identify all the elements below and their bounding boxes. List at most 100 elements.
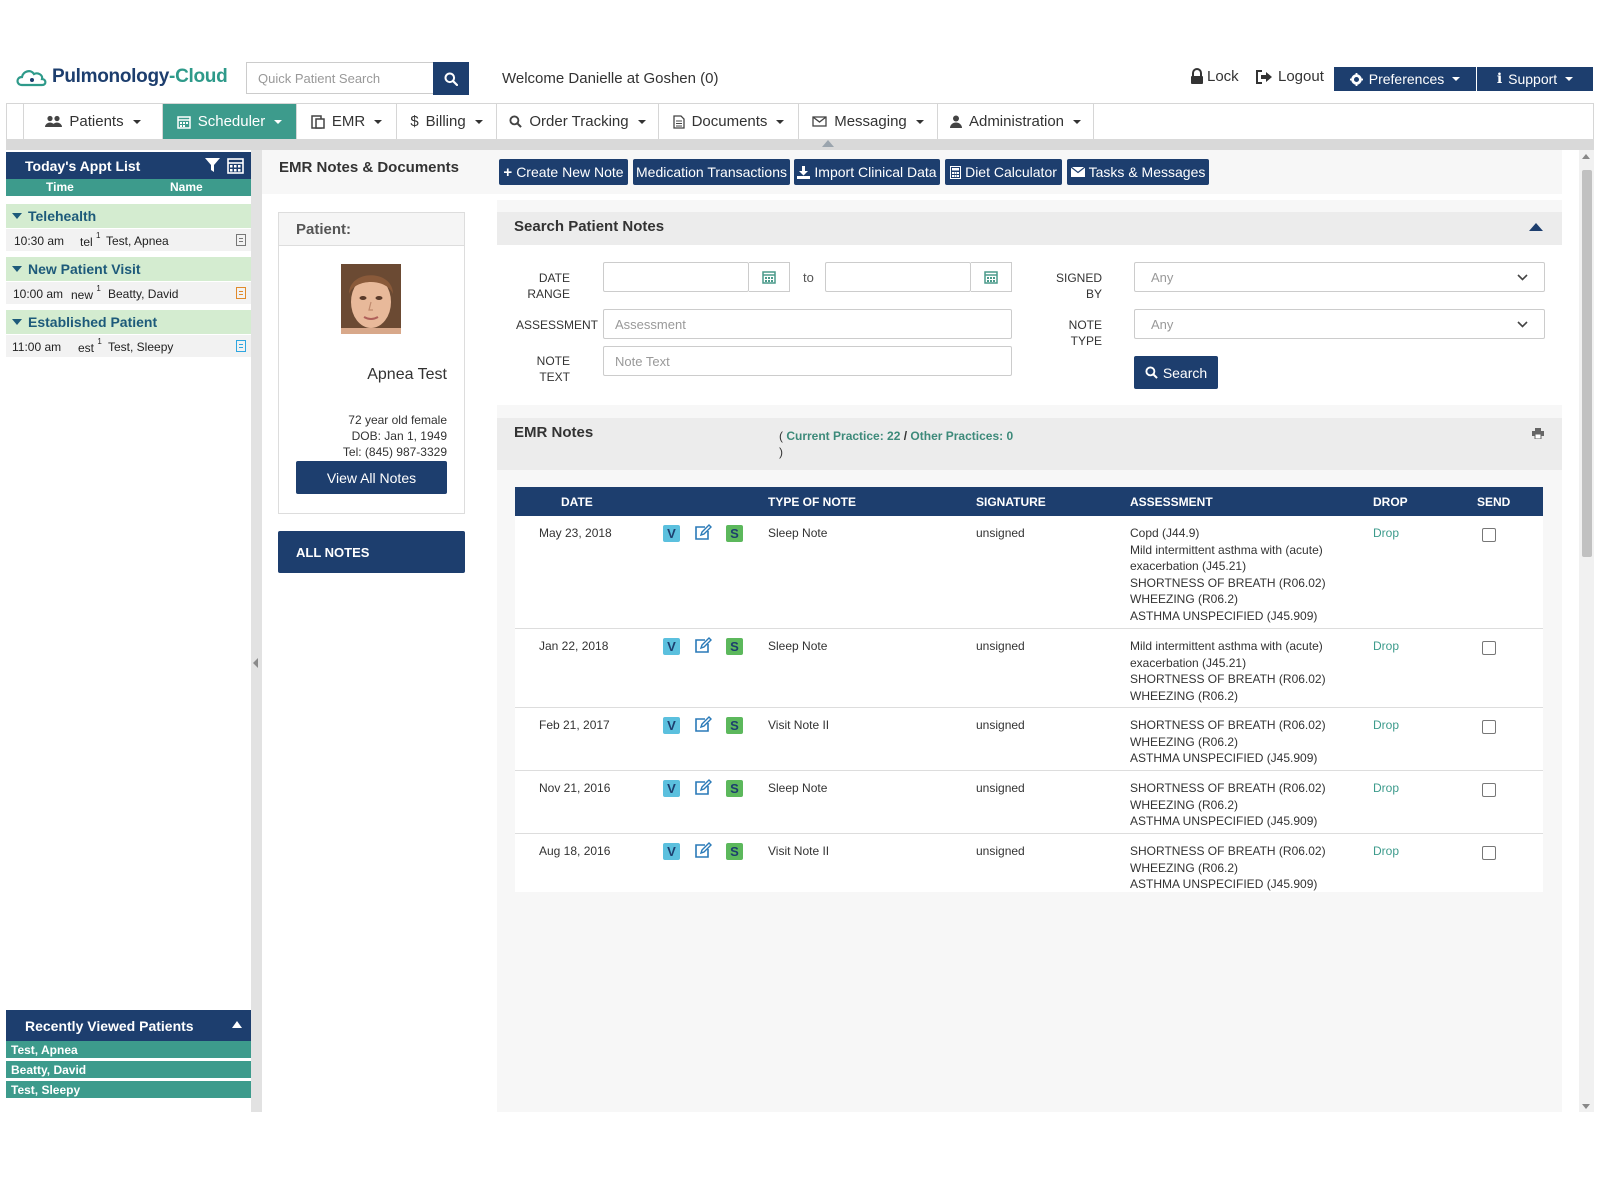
send-checkbox[interactable] xyxy=(1482,641,1496,655)
send-checkbox[interactable] xyxy=(1482,783,1496,797)
view-all-notes-button[interactable]: View All Notes xyxy=(296,461,447,494)
preferences-menu-button[interactable]: Preferences xyxy=(1334,67,1476,91)
scroll-down-icon[interactable] xyxy=(1582,1104,1590,1109)
note-type[interactable]: Sleep Note xyxy=(768,525,827,542)
view-note-button[interactable]: V xyxy=(663,843,680,860)
note-text-input[interactable] xyxy=(603,346,1012,376)
nav-messaging[interactable]: Messaging xyxy=(799,104,938,139)
table-row[interactable]: Aug 18, 2016 V S Visit Note II unsigned SHORT… xyxy=(515,834,1543,891)
view-note-button[interactable]: V xyxy=(663,525,680,542)
date-from-input[interactable] xyxy=(603,262,749,292)
create-new-note-button[interactable]: + Create New Note xyxy=(499,159,628,185)
collapse-up-icon[interactable] xyxy=(1529,223,1543,231)
print-icon[interactable] xyxy=(1532,428,1544,439)
current-practice-count[interactable]: Current Practice: 22 xyxy=(786,429,900,443)
send-checkbox[interactable] xyxy=(1482,846,1496,860)
nav-billing[interactable]: $ Billing xyxy=(397,104,497,139)
quick-search-button[interactable] xyxy=(433,62,469,95)
signed-by-select[interactable]: Any xyxy=(1134,262,1545,292)
patient-photo[interactable] xyxy=(341,264,401,334)
note-type[interactable]: Visit Note II xyxy=(768,843,829,860)
date-to-input[interactable] xyxy=(825,262,971,292)
nav-patients[interactable]: Patients xyxy=(23,104,163,139)
date-to-calendar-button[interactable] xyxy=(971,262,1012,292)
medication-transactions-label: Medication Transactions xyxy=(636,164,787,180)
drop-link[interactable]: Drop xyxy=(1373,717,1399,734)
note-icon[interactable] xyxy=(236,340,246,352)
sign-note-button[interactable]: S xyxy=(726,780,743,797)
send-checkbox[interactable] xyxy=(1482,720,1496,734)
recent-patient-item[interactable]: Test, Apnea xyxy=(6,1041,251,1059)
col-signature[interactable]: SIGNATURE xyxy=(976,495,1046,509)
nav-documents-label: Documents xyxy=(691,113,768,130)
table-row[interactable]: Jan 22, 2018 V S Sleep Note unsigned Mild int… xyxy=(515,629,1543,708)
note-type[interactable]: Sleep Note xyxy=(768,780,827,797)
nav-administration[interactable]: Administration xyxy=(938,104,1094,139)
drop-link[interactable]: Drop xyxy=(1373,638,1399,655)
all-notes-button[interactable]: ALL NOTES xyxy=(278,531,465,573)
sign-note-button[interactable]: S xyxy=(726,843,743,860)
send-checkbox[interactable] xyxy=(1482,528,1496,542)
col-assessment[interactable]: ASSESSMENT xyxy=(1130,495,1213,509)
tasks-messages-button[interactable]: Tasks & Messages xyxy=(1067,159,1209,185)
drop-link[interactable]: Drop xyxy=(1373,843,1399,860)
note-icon[interactable] xyxy=(236,234,246,246)
appt-row[interactable]: 10:00 am new 1 Beatty, David xyxy=(6,282,251,304)
appt-group-telehealth[interactable]: Telehealth xyxy=(6,204,251,228)
recent-patient-item[interactable]: Test, Sleepy xyxy=(6,1081,251,1099)
appt-group-established[interactable]: Established Patient xyxy=(6,310,251,334)
note-icon[interactable] xyxy=(236,287,246,299)
brand-logo[interactable]: Pulmonology - Cloud xyxy=(14,64,228,90)
support-menu-button[interactable]: i Support xyxy=(1477,67,1593,91)
note-date: Feb 21, 2017 xyxy=(539,718,610,732)
edit-icon[interactable] xyxy=(694,842,712,859)
quick-patient-search-input[interactable] xyxy=(246,62,433,94)
view-note-button[interactable]: V xyxy=(663,717,680,734)
edit-icon[interactable] xyxy=(694,524,712,541)
import-clinical-data-button[interactable]: Import Clinical Data xyxy=(794,159,940,185)
col-type-of-note[interactable]: TYPE OF NOTE xyxy=(768,495,856,509)
filter-icon[interactable] xyxy=(205,158,220,172)
edit-icon[interactable] xyxy=(694,779,712,796)
edit-icon[interactable] xyxy=(694,716,712,733)
note-type-select[interactable]: Any xyxy=(1134,309,1545,339)
table-row[interactable]: Feb 21, 2017 V S Visit Note II unsigned SHORT… xyxy=(515,708,1543,771)
appt-row[interactable]: 10:30 am tel 1 Test, Apnea xyxy=(6,229,251,251)
sign-note-button[interactable]: S xyxy=(726,717,743,734)
scrollbar-thumb[interactable] xyxy=(1582,170,1592,557)
nav-scheduler[interactable]: Scheduler xyxy=(163,104,297,139)
envelope-icon xyxy=(1070,167,1085,177)
note-type[interactable]: Visit Note II xyxy=(768,717,829,734)
recent-patient-item[interactable]: Beatty, David xyxy=(6,1061,251,1079)
calendar-icon[interactable] xyxy=(227,157,244,174)
nav-emr[interactable]: EMR xyxy=(297,104,397,139)
table-row[interactable]: May 23, 2018 V S Sleep Note unsigned Copd (J4… xyxy=(515,516,1543,629)
search-notes-button[interactable]: Search xyxy=(1134,356,1218,389)
appt-row[interactable]: 11:00 am est 1 Test, Sleepy xyxy=(6,335,251,357)
view-note-button[interactable]: V xyxy=(663,638,680,655)
drop-link[interactable]: Drop xyxy=(1373,780,1399,797)
drop-link[interactable]: Drop xyxy=(1373,525,1399,542)
note-type[interactable]: Sleep Note xyxy=(768,638,827,655)
recently-viewed-header[interactable]: Recently Viewed Patients xyxy=(6,1010,251,1041)
date-from-calendar-button[interactable] xyxy=(749,262,790,292)
assessment-input[interactable] xyxy=(603,309,1012,339)
medication-transactions-button[interactable]: Medication Transactions xyxy=(633,159,790,185)
collapse-up-icon[interactable] xyxy=(232,1021,242,1028)
edit-icon[interactable] xyxy=(694,637,712,654)
nav-documents[interactable]: Documents xyxy=(659,104,799,139)
appt-group-new-patient[interactable]: New Patient Visit xyxy=(6,257,251,281)
sign-note-button[interactable]: S xyxy=(726,638,743,655)
col-date[interactable]: DATE xyxy=(561,495,593,509)
nav-order-tracking[interactable]: Order Tracking xyxy=(497,104,659,139)
scroll-up-icon[interactable] xyxy=(1582,154,1590,159)
view-note-button[interactable]: V xyxy=(663,780,680,797)
collapse-sidebar-icon[interactable] xyxy=(251,657,260,669)
date-range-label: DATE RANGE xyxy=(527,271,570,301)
lock-button[interactable]: Lock xyxy=(1190,68,1239,85)
diet-calculator-button[interactable]: Diet Calculator xyxy=(945,159,1062,185)
sign-note-button[interactable]: S xyxy=(726,525,743,542)
logout-button[interactable]: Logout xyxy=(1255,68,1324,85)
other-practices-count[interactable]: Other Practices: 0 xyxy=(910,429,1013,443)
table-row[interactable]: Nov 21, 2016 V S Sleep Note unsigned SHORTNES… xyxy=(515,771,1543,834)
